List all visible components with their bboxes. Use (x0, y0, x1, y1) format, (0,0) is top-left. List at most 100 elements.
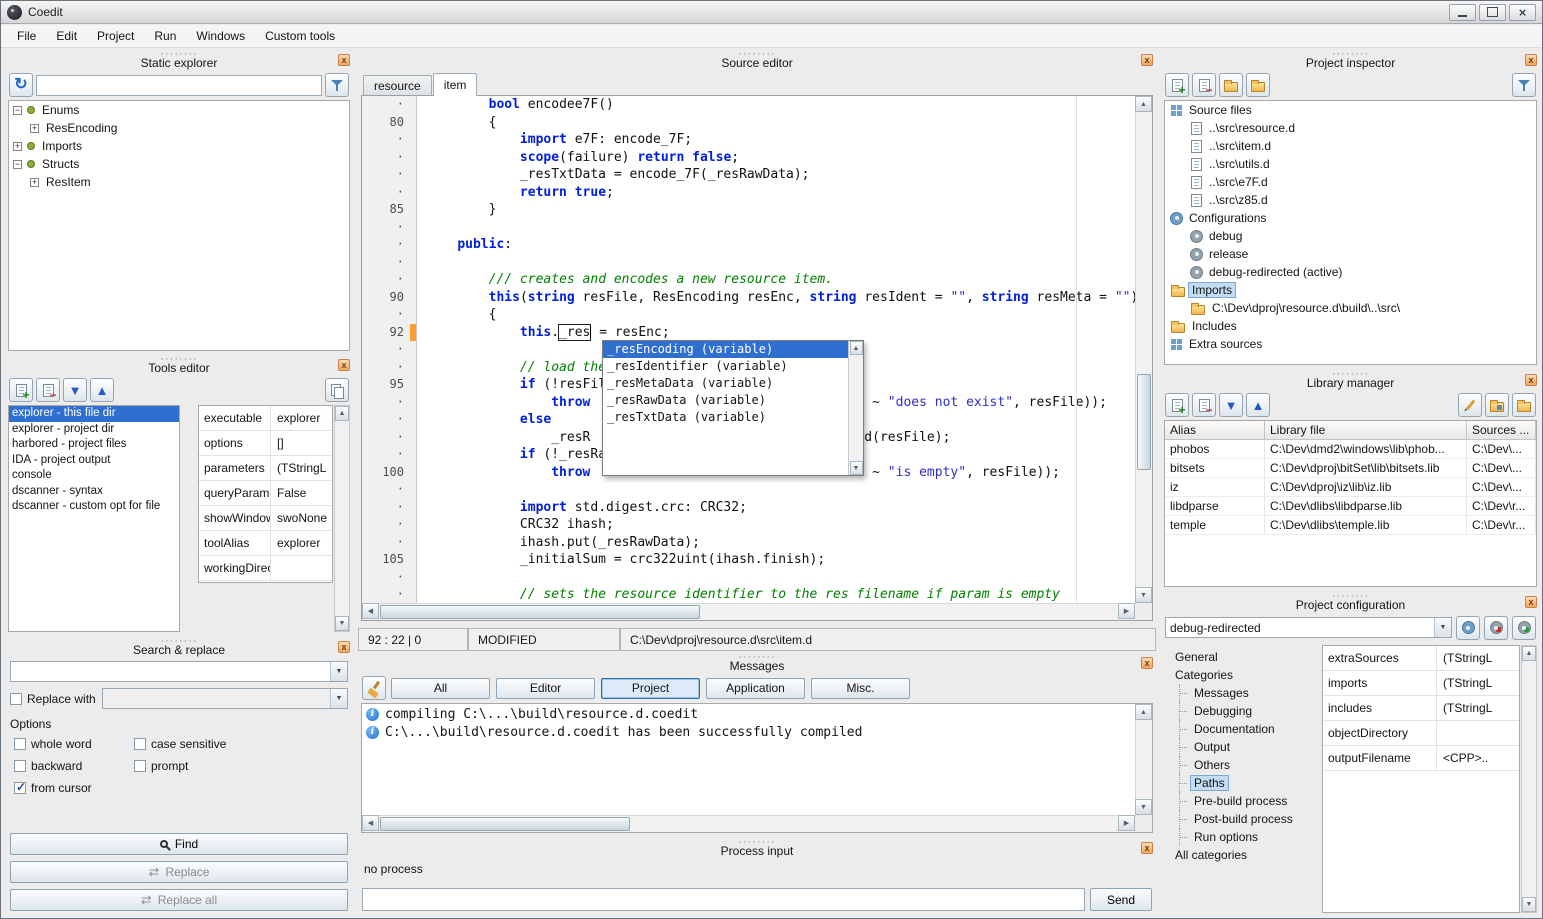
completion-item[interactable]: _resRawData (variable) (603, 392, 848, 409)
library-row[interactable]: libdparseC:\Dev\dlibs\libdparse.libC:\De… (1165, 497, 1536, 516)
maximize-button[interactable] (1479, 4, 1506, 21)
library-row[interactable]: izC:\Dev\dproj\iz\lib\iz.libC:\Dev\... (1165, 478, 1536, 497)
property-value[interactable]: (TStringL (1437, 646, 1519, 670)
add-folder-button[interactable] (1219, 73, 1243, 97)
remove-source-button[interactable] (1192, 73, 1216, 97)
scroll-up-icon[interactable] (1522, 646, 1536, 661)
checkbox-case-sensitive[interactable] (134, 738, 146, 750)
scroll-up-icon[interactable] (1135, 704, 1152, 720)
tree-item[interactable]: ..\src\utils.d (1165, 155, 1536, 173)
expand-toggle-icon[interactable]: + (30, 178, 39, 187)
find-button[interactable]: Find (10, 833, 348, 855)
tree-item[interactable]: Source files (1165, 101, 1536, 119)
config-category[interactable]: Post-build process (1164, 810, 1322, 828)
tool-list-item[interactable]: dscanner - custom opt for file (9, 499, 179, 515)
config-category[interactable]: Others (1164, 756, 1322, 774)
configuration-combo[interactable]: debug-redirected (1165, 617, 1452, 638)
send-button[interactable]: Send (1090, 888, 1152, 911)
filter-misc[interactable]: Misc. (811, 678, 910, 699)
menu-edit[interactable]: Edit (46, 26, 87, 46)
tree-item[interactable]: ..\src\item.d (1165, 137, 1536, 155)
property-value[interactable]: explorer (271, 406, 332, 430)
menu-run[interactable]: Run (144, 26, 186, 46)
config-category[interactable]: Run options (1164, 828, 1322, 846)
config-category[interactable]: Paths (1164, 774, 1322, 792)
completion-item[interactable]: _resIdentifier (variable) (603, 358, 848, 375)
tree-item[interactable]: Extra sources (1165, 335, 1536, 353)
move-library-up-button[interactable] (1246, 393, 1270, 417)
clone-tool-button[interactable] (325, 378, 349, 402)
config-category[interactable]: Output (1164, 738, 1322, 756)
tool-list-item[interactable]: IDA - project output (9, 453, 179, 469)
move-tool-down-button[interactable] (63, 378, 87, 402)
scrollbar-thumb[interactable] (380, 605, 700, 619)
add-tool-button[interactable] (9, 378, 33, 402)
property-value[interactable]: <CPP>.. (1437, 746, 1519, 770)
symbol-search-input[interactable] (36, 75, 322, 96)
tab-item[interactable]: item (433, 73, 478, 96)
tree-item[interactable]: C:\Dev\dproj\resource.d\build\..\src\ (1165, 299, 1536, 317)
property-value[interactable]: (TStringL (1437, 671, 1519, 695)
tool-list-item[interactable]: dscanner - syntax (9, 484, 179, 500)
close-panel-icon[interactable] (338, 359, 350, 371)
expand-toggle-icon[interactable]: + (30, 124, 39, 133)
property-value[interactable]: (TStringL (271, 456, 332, 480)
clear-messages-button[interactable] (362, 676, 386, 700)
add-library-button[interactable] (1165, 393, 1189, 417)
close-button[interactable] (1509, 4, 1536, 21)
replace-all-button[interactable]: Replace all (10, 889, 348, 911)
sync-config-button[interactable] (1456, 616, 1480, 640)
column-header[interactable]: Alias (1165, 421, 1265, 439)
expand-toggle-icon[interactable]: − (13, 106, 22, 115)
add-config-button[interactable] (1512, 616, 1536, 640)
scroll-up-icon[interactable] (1135, 96, 1152, 112)
tree-item[interactable]: −Enums (9, 101, 349, 119)
refresh-button[interactable] (9, 73, 33, 97)
tree-item[interactable]: Imports (1165, 281, 1536, 299)
message-item[interactable]: C:\...\build\resource.d.coedit has been … (362, 723, 1135, 741)
search-text-combo[interactable] (10, 661, 348, 682)
property-value[interactable] (1437, 721, 1519, 745)
edit-library-button[interactable] (1458, 393, 1482, 417)
scroll-up-icon[interactable] (850, 341, 863, 355)
filter-project[interactable]: Project (601, 678, 700, 699)
dropdown-icon[interactable] (330, 689, 347, 708)
config-category[interactable]: General (1164, 648, 1322, 666)
filter-button[interactable] (1512, 73, 1536, 97)
tab-resource[interactable]: resource (363, 75, 432, 95)
checkbox-prompt[interactable] (134, 760, 146, 772)
config-category[interactable]: Debugging (1164, 702, 1322, 720)
scroll-left-icon[interactable] (362, 603, 379, 619)
property-value[interactable]: [] (271, 431, 332, 455)
property-value[interactable] (271, 556, 332, 580)
column-header[interactable]: Sources ... (1467, 421, 1536, 439)
property-value[interactable]: explorer (271, 531, 332, 555)
close-panel-icon[interactable] (1141, 657, 1153, 669)
scrollbar-thumb[interactable] (380, 817, 630, 831)
tree-item[interactable]: +Imports (9, 137, 349, 155)
replace-text-combo[interactable] (102, 688, 348, 709)
scroll-down-icon[interactable] (1135, 799, 1152, 815)
expand-toggle-icon[interactable]: − (13, 160, 22, 169)
messages-horizontal-scrollbar[interactable] (362, 815, 1135, 832)
close-panel-icon[interactable] (1141, 54, 1153, 66)
tree-item[interactable]: Includes (1165, 317, 1536, 335)
filter-button[interactable] (325, 73, 349, 97)
tree-item[interactable]: −Structs (9, 155, 349, 173)
property-value[interactable]: swoNone (271, 506, 332, 530)
completion-scrollbar[interactable] (848, 341, 863, 475)
remove-library-button[interactable] (1192, 393, 1216, 417)
scroll-down-icon[interactable] (850, 461, 863, 475)
add-folder-sources-button[interactable] (1246, 73, 1270, 97)
library-from-project-button[interactable] (1485, 393, 1509, 417)
close-panel-icon[interactable] (1525, 596, 1537, 608)
process-input-field[interactable] (362, 888, 1085, 911)
tool-list-item[interactable]: console (9, 468, 179, 484)
replace-with-checkbox[interactable] (10, 693, 22, 705)
tree-item[interactable]: ..\src\resource.d (1165, 119, 1536, 137)
tools-grid-scrollbar[interactable] (334, 405, 350, 632)
checkbox-backward[interactable] (14, 760, 26, 772)
menu-custom-tools[interactable]: Custom tools (255, 26, 345, 46)
tool-list-item[interactable]: harbored - project files (9, 437, 179, 453)
library-row[interactable]: templeC:\Dev\dlibs\temple.libC:\Dev\r... (1165, 516, 1536, 535)
